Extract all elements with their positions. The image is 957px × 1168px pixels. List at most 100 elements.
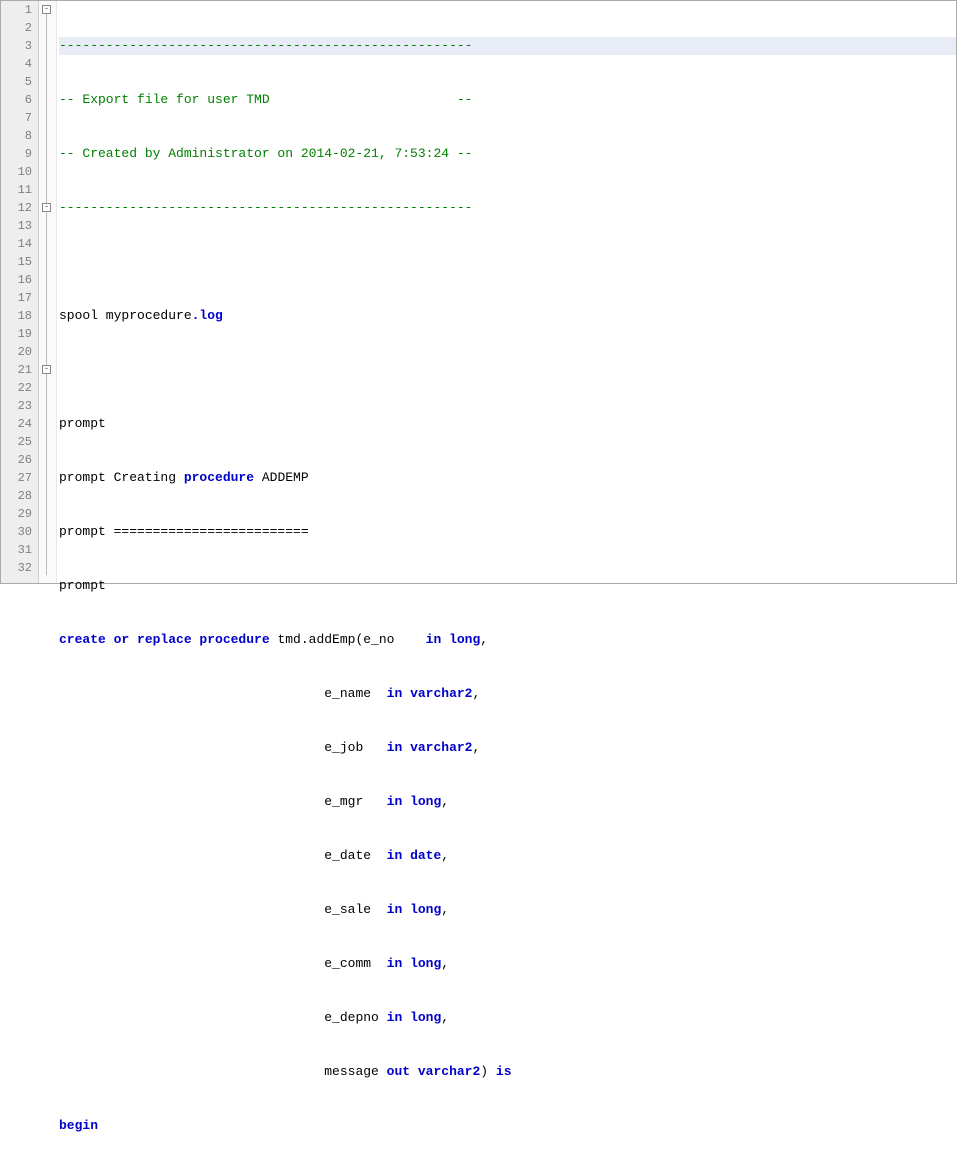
code-text: message: [324, 1063, 386, 1081]
code-text: e_name: [324, 685, 386, 703]
keyword: .log: [192, 307, 223, 325]
keyword: in varchar2: [387, 739, 473, 757]
comment-text: -- Created by Administrator on 2014-02-2…: [59, 145, 472, 163]
code-text: ADDEMP: [254, 469, 309, 487]
keyword: in long: [426, 631, 481, 649]
line-number: 31: [1, 541, 32, 559]
line-number: 8: [1, 127, 32, 145]
keyword: in long: [387, 901, 442, 919]
code-editor: 1234567891011121314151617181920212223242…: [1, 1, 956, 583]
keyword: procedure: [184, 469, 254, 487]
code-line: begin: [59, 1117, 956, 1135]
line-number: 24: [1, 415, 32, 433]
line-number: 11: [1, 181, 32, 199]
line-number: 26: [1, 451, 32, 469]
code-text: ,: [441, 793, 449, 811]
code-text: ,: [441, 901, 449, 919]
code-line: e_name in varchar2,: [59, 685, 956, 703]
line-number: 14: [1, 235, 32, 253]
line-number: 9: [1, 145, 32, 163]
code-line: e_sale in long,: [59, 901, 956, 919]
line-number: 6: [1, 91, 32, 109]
code-text: e_date: [324, 847, 386, 865]
line-number: 21: [1, 361, 32, 379]
code-line: prompt Creating procedure ADDEMP: [59, 469, 956, 487]
line-number: 23: [1, 397, 32, 415]
line-number: 30: [1, 523, 32, 541]
fold-toggle-icon[interactable]: -: [42, 5, 51, 14]
code-text: e_depno: [324, 1009, 386, 1027]
code-text: prompt: [59, 415, 106, 433]
code-text: ,: [473, 739, 481, 757]
line-number: 4: [1, 55, 32, 73]
keyword: in varchar2: [387, 685, 473, 703]
comment-text: ----------------------------------------…: [59, 199, 472, 217]
code-line: prompt: [59, 415, 956, 433]
line-number: 17: [1, 289, 32, 307]
line-number: 16: [1, 271, 32, 289]
code-text: prompt Creating: [59, 469, 184, 487]
line-number: 18: [1, 307, 32, 325]
code-text: ,: [441, 1009, 449, 1027]
keyword: out varchar2: [387, 1063, 481, 1081]
code-text: ,: [480, 631, 488, 649]
line-number: 5: [1, 73, 32, 91]
code-line: prompt: [59, 577, 956, 595]
code-line: ----------------------------------------…: [59, 199, 956, 217]
fold-toggle-icon[interactable]: -: [42, 365, 51, 374]
line-number: 29: [1, 505, 32, 523]
line-number: 12: [1, 199, 32, 217]
keyword: in long: [387, 793, 442, 811]
line-number: 25: [1, 433, 32, 451]
code-text: e_mgr: [324, 793, 386, 811]
code-line: ----------------------------------------…: [59, 37, 956, 55]
keyword: in long: [387, 1009, 442, 1027]
fold-gutter: - - -: [39, 1, 57, 583]
code-line: e_date in date,: [59, 847, 956, 865]
code-line: prompt =========================: [59, 523, 956, 541]
code-text: spool myprocedure: [59, 307, 192, 325]
keyword: begin: [59, 1117, 98, 1135]
code-text: e_comm: [324, 955, 386, 973]
fold-toggle-icon[interactable]: -: [42, 203, 51, 212]
line-number: 7: [1, 109, 32, 127]
line-number: 28: [1, 487, 32, 505]
code-text: prompt =========================: [59, 523, 309, 541]
code-text: ,: [441, 955, 449, 973]
line-number: 15: [1, 253, 32, 271]
keyword: is: [496, 1063, 512, 1081]
code-line: [59, 253, 956, 271]
code-line: e_comm in long,: [59, 955, 956, 973]
keyword: in date: [387, 847, 442, 865]
line-number: 27: [1, 469, 32, 487]
line-number: 20: [1, 343, 32, 361]
code-line: message out varchar2) is: [59, 1063, 956, 1081]
code-text: e_job: [324, 739, 386, 757]
comment-text: ----------------------------------------…: [59, 37, 472, 55]
line-number: 19: [1, 325, 32, 343]
code-text: ,: [441, 847, 449, 865]
code-area[interactable]: ----------------------------------------…: [57, 1, 956, 583]
line-number: 13: [1, 217, 32, 235]
line-number: 32: [1, 559, 32, 577]
keyword: in long: [387, 955, 442, 973]
line-gutter: 1234567891011121314151617181920212223242…: [1, 1, 39, 583]
code-line: [59, 361, 956, 379]
code-line: -- Export file for user TMD --: [59, 91, 956, 109]
comment-text: -- Export file for user TMD --: [59, 91, 472, 109]
code-text: e_sale: [324, 901, 386, 919]
line-number: 22: [1, 379, 32, 397]
code-line: e_mgr in long,: [59, 793, 956, 811]
code-text: tmd.addEmp(e_no: [270, 631, 426, 649]
code-text: ): [480, 1063, 496, 1081]
keyword: create or replace procedure: [59, 631, 270, 649]
line-number: 1: [1, 1, 32, 19]
code-line: e_job in varchar2,: [59, 739, 956, 757]
line-number: 3: [1, 37, 32, 55]
line-number: 10: [1, 163, 32, 181]
code-line: spool myprocedure.log: [59, 307, 956, 325]
code-line: -- Created by Administrator on 2014-02-2…: [59, 145, 956, 163]
code-text: ,: [473, 685, 481, 703]
line-number: 2: [1, 19, 32, 37]
code-line: create or replace procedure tmd.addEmp(e…: [59, 631, 956, 649]
